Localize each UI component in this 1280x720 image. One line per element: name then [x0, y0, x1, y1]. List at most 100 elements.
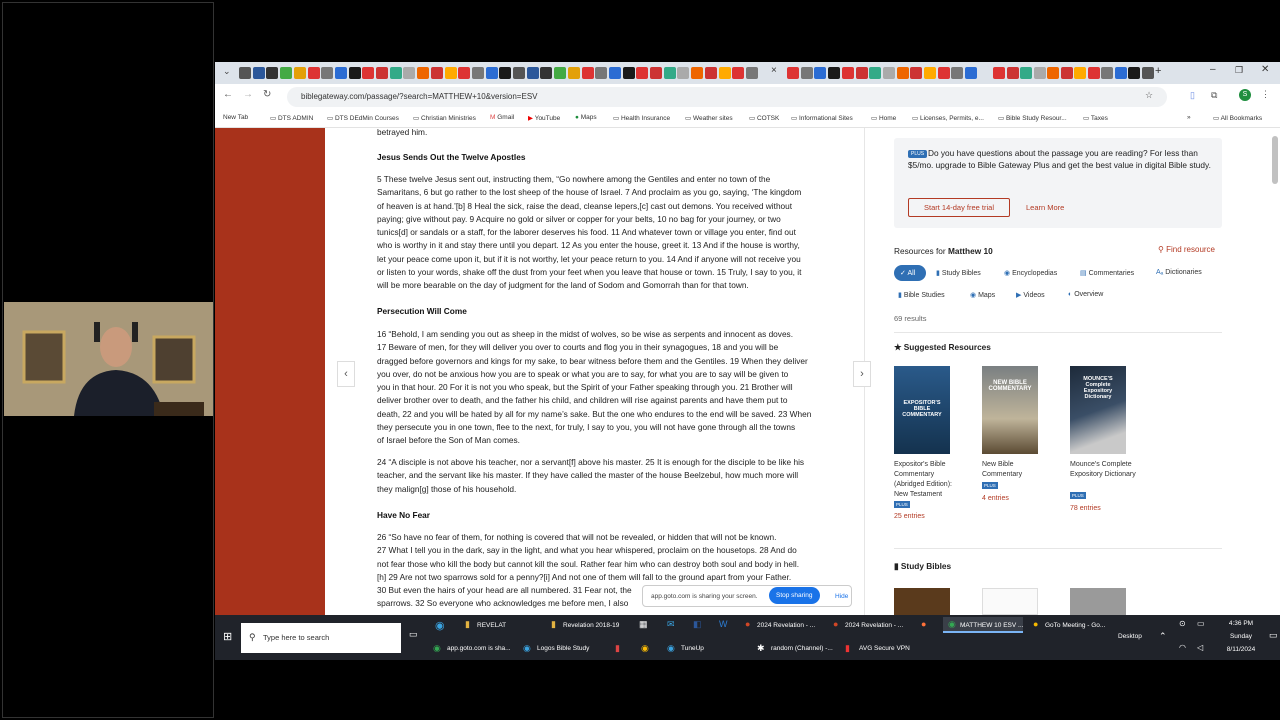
tab-favicon-icon[interactable] [1020, 67, 1032, 79]
bookmark-folder-home[interactable]: ▭ Home [871, 114, 896, 122]
tab-favicon-icon[interactable] [608, 67, 621, 79]
tab-favicon-icon[interactable] [882, 67, 895, 79]
start-trial-button[interactable]: Start 14-day free trial [908, 198, 1010, 217]
tab-favicon-icon[interactable] [814, 67, 827, 79]
taskbar-item-goto-sharing[interactable]: app.goto.com is sha... [447, 645, 511, 652]
tab-favicon-icon[interactable] [636, 67, 649, 79]
mail-icon[interactable]: ✉ [667, 619, 675, 630]
powerpoint-icon[interactable]: ● [833, 619, 838, 629]
goto-icon[interactable]: ● [1033, 619, 1038, 629]
chrome-icon[interactable]: ◉ [641, 643, 649, 654]
tab-favicon-icon[interactable] [389, 67, 402, 79]
tab-favicon-icon[interactable] [1033, 67, 1046, 79]
tab-favicon-icon[interactable] [732, 67, 745, 79]
study-bible-cover[interactable] [982, 588, 1038, 615]
tab-favicon-icon[interactable] [1087, 67, 1100, 79]
taskbar-item-matthew-10[interactable]: MATTHEW 10 ESV ... [960, 622, 1023, 629]
tab-favicon-icon[interactable] [924, 67, 936, 79]
logos-icon[interactable]: ◉ [523, 643, 531, 654]
tab-favicon-icon[interactable] [622, 67, 635, 79]
tab-favicon-icon[interactable] [951, 67, 964, 79]
avg-icon[interactable]: ▮ [845, 643, 850, 654]
tab-favicon-icon[interactable] [266, 67, 279, 79]
bookmark-folder-health[interactable]: ▭ Health Insurance [613, 114, 670, 122]
taskbar-item-revelat[interactable]: REVELAT [477, 622, 506, 629]
tab-favicon-icon[interactable] [581, 67, 594, 79]
book-cover-new-bible[interactable]: NEW BIBLE COMMENTARY [982, 366, 1038, 454]
app-icon[interactable]: ▮ [615, 643, 620, 654]
tab-favicon-icon[interactable] [239, 67, 251, 79]
book-cover-mounces[interactable]: MOUNCE'S Complete Expository Dictionary [1070, 366, 1126, 454]
tab-favicon-icon[interactable] [293, 67, 306, 79]
book-cover-expositors[interactable]: EXPOSITOR'S BIBLE COMMENTARY [894, 366, 950, 454]
learn-more-link[interactable]: Learn More [1026, 203, 1064, 212]
tab-favicon-icon[interactable] [321, 67, 334, 79]
chip-overview[interactable]: ◐ Overview [1068, 287, 1103, 303]
tab-favicon-icon[interactable] [937, 67, 950, 79]
find-resource-button[interactable]: ⚲ Find resource [1158, 245, 1215, 254]
back-arrow-icon[interactable]: ← [223, 89, 233, 100]
tab-list-chevron-icon[interactable]: ⌄ [223, 66, 231, 77]
tab-favicon-icon[interactable] [828, 67, 841, 79]
bookmark-folder-licenses[interactable]: ▭ Licenses, Permits, e... [912, 114, 984, 122]
tab-favicon-icon[interactable] [526, 67, 539, 79]
word-icon[interactable]: W [719, 619, 728, 629]
tab-favicon-icon[interactable] [1074, 67, 1086, 79]
tab-favicon-icon[interactable] [1006, 67, 1019, 79]
tab-favicon-icon[interactable] [348, 67, 361, 79]
chip-maps[interactable]: ◉ Maps [970, 287, 995, 303]
folder-icon[interactable]: ▮ [551, 619, 556, 630]
tab-favicon-icon[interactable] [376, 67, 388, 79]
chip-study-bibles[interactable]: ▮ Study Bibles [936, 265, 981, 281]
stop-sharing-button[interactable]: Stop sharing [769, 587, 820, 604]
taskbar-item-avg-vpn[interactable]: AVG Secure VPN [859, 645, 910, 652]
taskbar-item-tuneup[interactable]: TuneUp [681, 645, 704, 652]
tab-favicon-icon[interactable] [471, 67, 484, 79]
bookmark-maps[interactable]: ● Maps [575, 114, 597, 121]
bookmark-new-tab[interactable]: New Tab [223, 114, 248, 121]
tab-favicon-icon[interactable] [787, 67, 799, 79]
bookmark-folder-bible-study[interactable]: ▭ Bible Study Resour... [998, 114, 1067, 122]
tab-favicon-icon[interactable] [252, 67, 265, 79]
chip-all[interactable]: ✓ All [894, 265, 926, 281]
notification-icon[interactable]: ▭ [1269, 630, 1278, 641]
book-entries-mounces[interactable]: 78 entries [1070, 505, 1101, 512]
calculator-icon[interactable]: ▦ [639, 619, 648, 630]
tuneup-icon[interactable]: ◉ [667, 643, 675, 654]
bookmark-folder-dts-dedmin[interactable]: ▭ DTS DEdMin Courses [327, 114, 399, 122]
tab-favicon-icon[interactable] [1060, 67, 1073, 79]
book-title-mounces[interactable]: Mounce's Complete Expository Dictionary [1070, 460, 1146, 480]
tab-favicon-icon[interactable] [1141, 67, 1154, 79]
tab-favicon-icon[interactable] [1128, 67, 1140, 79]
bookmark-gmail[interactable]: M Gmail [490, 114, 514, 121]
book-title-expositors[interactable]: Expositor's Bible Commentary (Abridged E… [894, 460, 966, 500]
bookmark-star-icon[interactable]: ☆ [1145, 90, 1153, 101]
chip-videos[interactable]: ▶ Videos [1016, 287, 1045, 303]
tab-favicon-icon[interactable] [280, 67, 293, 79]
tab-favicon-icon[interactable] [595, 67, 608, 79]
taskbar-item-revelation-2018[interactable]: Revelation 2018-19 [563, 622, 619, 629]
previous-chapter-arrow-icon[interactable]: ‹ [337, 361, 355, 387]
clock-time[interactable]: 4:36 PM [1215, 620, 1267, 627]
extensions-puzzle-icon[interactable]: ⧉ [1211, 90, 1217, 101]
profile-avatar-icon[interactable]: S [1239, 89, 1251, 101]
taskbar-search-box[interactable]: ⚲ Type here to search [241, 623, 401, 653]
edge-icon[interactable]: ◉ [435, 619, 445, 632]
tab-favicon-icon[interactable] [513, 67, 525, 79]
reload-icon[interactable]: ↻ [263, 89, 271, 100]
desktop-toolbar[interactable]: Desktop [1118, 633, 1142, 640]
tab-favicon-icon[interactable] [567, 67, 580, 79]
tab-favicon-icon[interactable] [417, 67, 430, 79]
tab-favicon-icon[interactable] [841, 67, 854, 79]
firefox-icon[interactable]: ● [921, 619, 926, 629]
slack-icon[interactable]: ✱ [757, 643, 765, 654]
bookmark-folder-taxes[interactable]: ▭ Taxes [1083, 114, 1108, 122]
tab-favicon-icon[interactable] [1047, 67, 1059, 79]
tab-favicon-icon[interactable] [444, 67, 457, 79]
bookmarks-overflow-icon[interactable]: » [1187, 114, 1191, 121]
bookmark-folder-cotsk[interactable]: ▭ COTSK [749, 114, 779, 122]
tab-favicon-icon[interactable] [704, 67, 717, 79]
taskbar-item-logos[interactable]: Logos Bible Study [537, 645, 589, 652]
tab-favicon-icon[interactable] [800, 67, 813, 79]
tab-favicon-icon[interactable] [855, 67, 868, 79]
